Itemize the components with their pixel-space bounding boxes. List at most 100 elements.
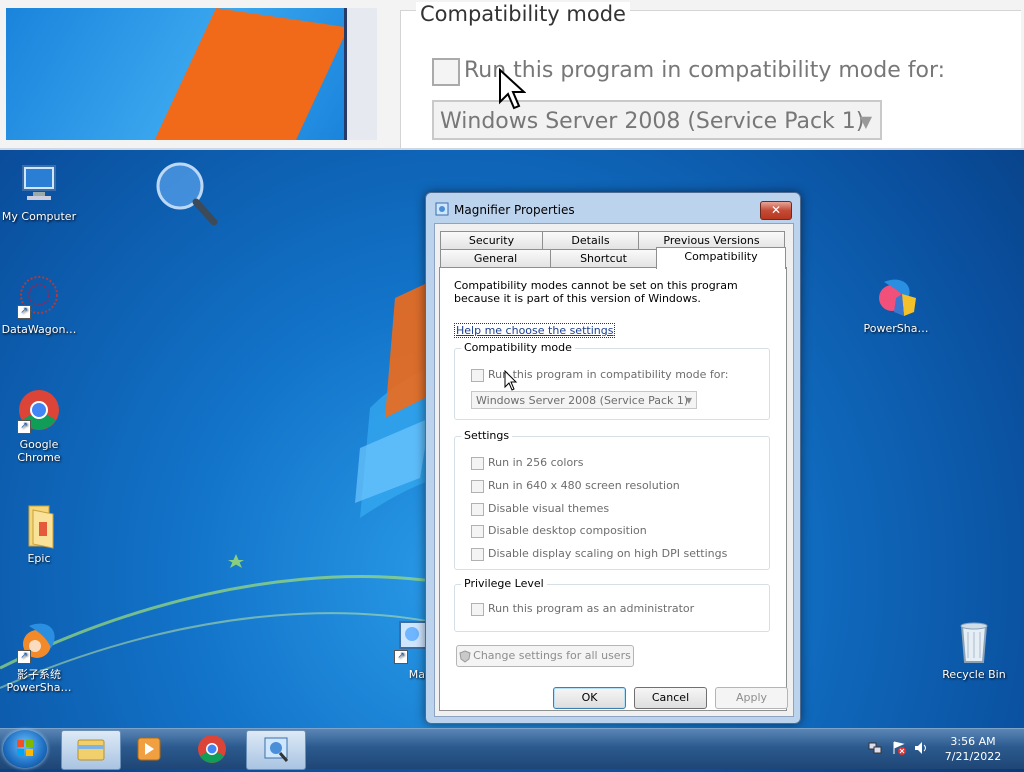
magnified-desktop	[6, 8, 344, 140]
desktop-icon-my-computer[interactable]: My Computer	[1, 160, 77, 223]
datawagon-icon: ↗	[15, 273, 63, 321]
run-as-admin-checkbox[interactable]: Run this program as an administrator	[471, 602, 694, 616]
disable-dpi-scaling-checkbox[interactable]: Disable display scaling on high DPI sett…	[471, 547, 727, 561]
media-player-icon	[137, 737, 161, 761]
close-button[interactable]: ✕	[760, 201, 792, 220]
change-settings-all-users-button[interactable]: Change settings for all users	[456, 645, 634, 667]
run-256-colors-checkbox[interactable]: Run in 256 colors	[471, 456, 583, 470]
taskbar-media-player[interactable]	[120, 730, 178, 768]
volume-icon[interactable]	[914, 741, 928, 755]
dialog-client: Security Details Previous Versions Gener…	[434, 223, 794, 717]
checkbox-box	[471, 368, 484, 382]
compatibility-mode-label: Compatibility mode	[461, 341, 575, 354]
desktop-icon-powershadow-cn[interactable]: ↗ 影子系统 PowerSha…	[1, 618, 77, 694]
compatibility-mode-group: Compatibility mode Run this program in c…	[454, 341, 770, 420]
clock-time: 3:56 AM	[950, 735, 996, 748]
shield-icon	[459, 649, 471, 663]
desktop-icon-label: Epic	[27, 552, 51, 565]
desktop-icon-datawagon[interactable]: ↗ DataWagon…	[1, 273, 77, 336]
shortcut-arrow-icon: ↗	[17, 650, 31, 664]
magnifier-lens-view: Compatibility mode Run this program in c…	[0, 0, 1024, 150]
apply-button[interactable]: Apply	[715, 687, 788, 709]
recycle-bin-icon	[950, 618, 998, 666]
checkbox-box	[471, 524, 484, 538]
close-icon: ✕	[770, 203, 782, 217]
magnifier-app-icon	[435, 202, 449, 216]
checkbox-label: Disable display scaling on high DPI sett…	[488, 547, 728, 560]
help-choose-settings-link[interactable]: Help me choose the settings	[454, 323, 616, 338]
desktop-icon-google-chrome[interactable]: ↗ Google Chrome	[1, 388, 77, 464]
compatibility-tab-page: Compatibility modes cannot be set on thi…	[439, 267, 787, 711]
ok-button[interactable]: OK	[553, 687, 626, 709]
magnifier-icon	[264, 737, 289, 762]
powershadow-icon: ↗	[15, 618, 63, 666]
button-label: Change settings for all users	[473, 649, 631, 662]
windows-logo-icon	[17, 740, 33, 756]
disable-visual-themes-checkbox[interactable]: Disable visual themes	[471, 502, 609, 516]
run-640x480-checkbox[interactable]: Run in 640 x 480 screen resolution	[471, 479, 680, 493]
magnified-legend: Compatibility mode	[416, 2, 630, 26]
privilege-level-label: Privilege Level	[461, 577, 547, 590]
disable-desktop-composition-checkbox[interactable]: Disable desktop composition	[471, 524, 647, 538]
settings-label: Settings	[461, 429, 513, 442]
shortcut-arrow-icon: ↗	[394, 650, 408, 664]
tab-general[interactable]: General	[440, 249, 551, 268]
checkbox-label: Disable visual themes	[488, 502, 610, 515]
mouse-cursor-icon	[499, 68, 526, 110]
chrome-icon	[198, 735, 226, 763]
taskbar-chrome[interactable]	[183, 730, 241, 768]
chevron-down-icon: ▼	[859, 112, 872, 131]
magnified-checkbox	[432, 58, 460, 86]
privilege-level-group: Privilege Level Run this program as an a…	[454, 577, 770, 632]
checkbox-label: Disable desktop composition	[488, 524, 647, 537]
magnified-combo-value: Windows Server 2008 (Service Pack 1)	[440, 109, 865, 134]
desktop-icon-epic[interactable]: Epic	[1, 502, 77, 565]
compatibility-info-text: Compatibility modes cannot be set on thi…	[454, 279, 738, 305]
desktop-icon-label: My Computer	[1, 210, 77, 223]
desktop-icon-label: Recycle Bin	[942, 668, 1006, 681]
start-button[interactable]	[3, 730, 47, 768]
desktop-icon-label: DataWagon…	[1, 323, 77, 336]
taskbar: 3:56 AM 7/21/2022	[0, 728, 1024, 770]
desktop-icon-powershadow[interactable]: PowerSha…	[858, 272, 934, 335]
tab-shortcut[interactable]: Shortcut	[550, 249, 657, 268]
desktop-icon-recycle-bin[interactable]: Recycle Bin	[936, 618, 1012, 681]
settings-group: Settings Run in 256 colors Run in 640 x …	[454, 429, 770, 570]
clock-date: 7/21/2022	[944, 750, 1002, 763]
powershadow-icon	[872, 272, 920, 320]
magnified-checkbox-label: Run this program in compatibility mode f…	[464, 58, 946, 83]
checkbox-label: Run in 640 x 480 screen resolution	[488, 479, 680, 492]
desktop-icon-label: PowerSha…	[863, 322, 929, 335]
checkbox-box	[471, 602, 484, 616]
taskbar-magnifier[interactable]	[246, 730, 306, 770]
tab-details[interactable]: Details	[542, 231, 639, 250]
cancel-button[interactable]: Cancel	[634, 687, 707, 709]
checkbox-label: Run this program in compatibility mode f…	[488, 368, 729, 381]
network-icon[interactable]	[868, 741, 882, 755]
windows-explorer-icon	[77, 739, 105, 761]
action-center-flag-icon[interactable]	[892, 741, 906, 755]
magnifier-lens-icon[interactable]	[152, 158, 224, 230]
checkbox-box	[471, 479, 484, 493]
chevron-down-icon: ▼	[685, 396, 692, 405]
checkbox-box	[471, 502, 484, 516]
chrome-icon: ↗	[15, 388, 63, 436]
compatibility-os-select[interactable]: Windows Server 2008 (Service Pack 1) ▼	[471, 391, 697, 409]
dialog-titlebar[interactable]: Magnifier Properties ✕	[426, 193, 800, 223]
magnifier-shortcut-icon: ↗	[392, 618, 428, 666]
folder-icon	[15, 502, 63, 550]
tab-security[interactable]: Security	[440, 231, 543, 250]
shortcut-arrow-icon: ↗	[17, 305, 31, 319]
taskbar-explorer[interactable]	[61, 730, 121, 770]
checkbox-box	[471, 547, 484, 561]
computer-icon	[15, 160, 63, 208]
magnified-window-edge	[344, 8, 377, 140]
taskbar-clock[interactable]: 3:56 AM 7/21/2022	[928, 734, 1018, 764]
checkbox-label: Run in 256 colors	[488, 456, 584, 469]
tab-compatibility[interactable]: Compatibility	[656, 247, 786, 269]
mouse-cursor-icon	[504, 370, 518, 391]
desktop-icon-label: Google Chrome	[17, 438, 61, 464]
dialog-title: Magnifier Properties	[454, 203, 575, 217]
checkbox-box	[471, 456, 484, 470]
magnifier-properties-dialog: Magnifier Properties ✕ Security Details …	[425, 192, 801, 724]
